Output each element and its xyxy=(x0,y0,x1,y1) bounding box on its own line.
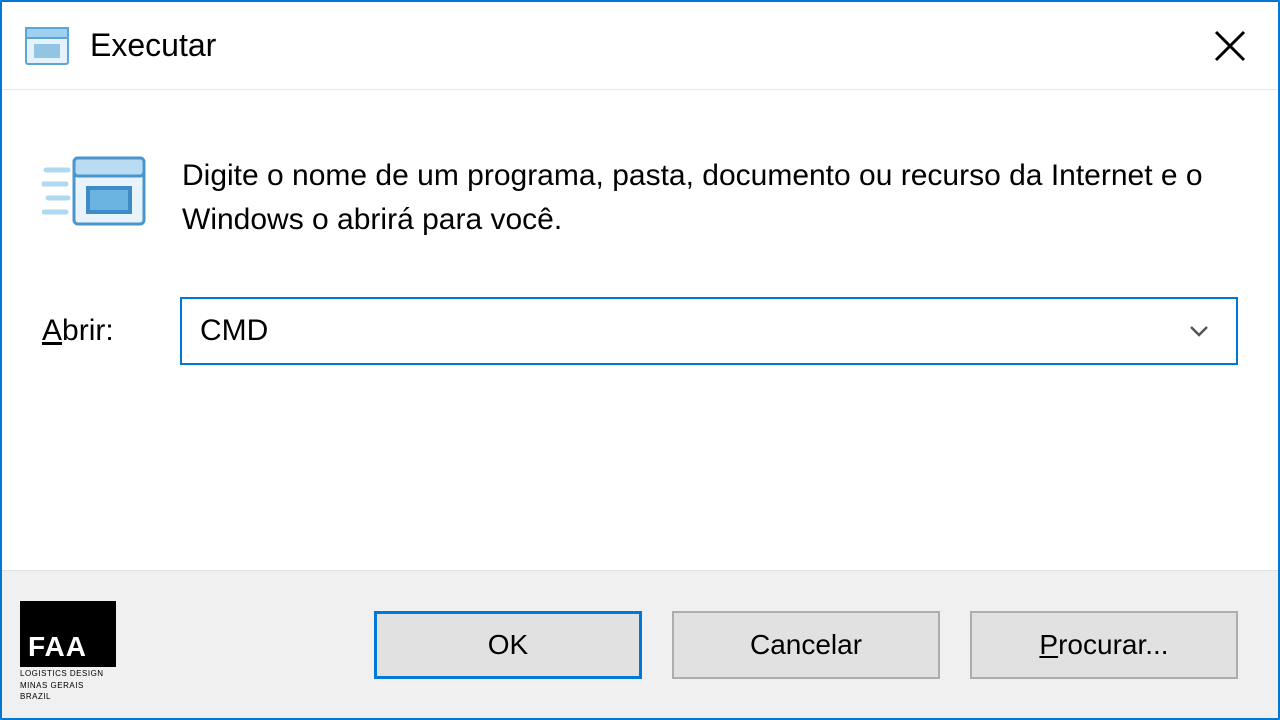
watermark-logo-text: FAA xyxy=(20,601,116,667)
open-input-row: Abrir: xyxy=(42,297,1238,365)
prompt-row: Digite o nome de um programa, pasta, doc… xyxy=(42,150,1238,241)
watermark-line3: BRAZIL xyxy=(20,692,116,702)
run-program-icon xyxy=(42,150,152,240)
open-input[interactable] xyxy=(200,314,1180,348)
watermark-line2: MINAS GERAIS xyxy=(20,681,116,691)
dialog-footer: OK Cancelar Procurar... xyxy=(2,570,1278,718)
prompt-text: Digite o nome de um programa, pasta, doc… xyxy=(182,150,1238,241)
open-combobox[interactable] xyxy=(180,297,1238,365)
watermark-logo: FAA LOGISTICS DESIGN MINAS GERAIS BRAZIL xyxy=(20,601,116,702)
run-dialog-window: Executar xyxy=(0,0,1280,720)
close-icon xyxy=(1212,28,1248,64)
open-label: Abrir: xyxy=(42,314,152,348)
close-button[interactable] xyxy=(1200,16,1260,76)
ok-button[interactable]: OK xyxy=(374,611,642,679)
combobox-dropdown-button[interactable] xyxy=(1180,312,1218,350)
window-title: Executar xyxy=(90,27,216,64)
run-titlebar-icon xyxy=(22,22,72,70)
browse-button[interactable]: Procurar... xyxy=(970,611,1238,679)
watermark-line1: LOGISTICS DESIGN xyxy=(20,669,116,679)
cancel-button[interactable]: Cancelar xyxy=(672,611,940,679)
chevron-down-icon xyxy=(1187,319,1211,343)
dialog-content: Digite o nome de um programa, pasta, doc… xyxy=(2,90,1278,570)
titlebar: Executar xyxy=(2,2,1278,90)
